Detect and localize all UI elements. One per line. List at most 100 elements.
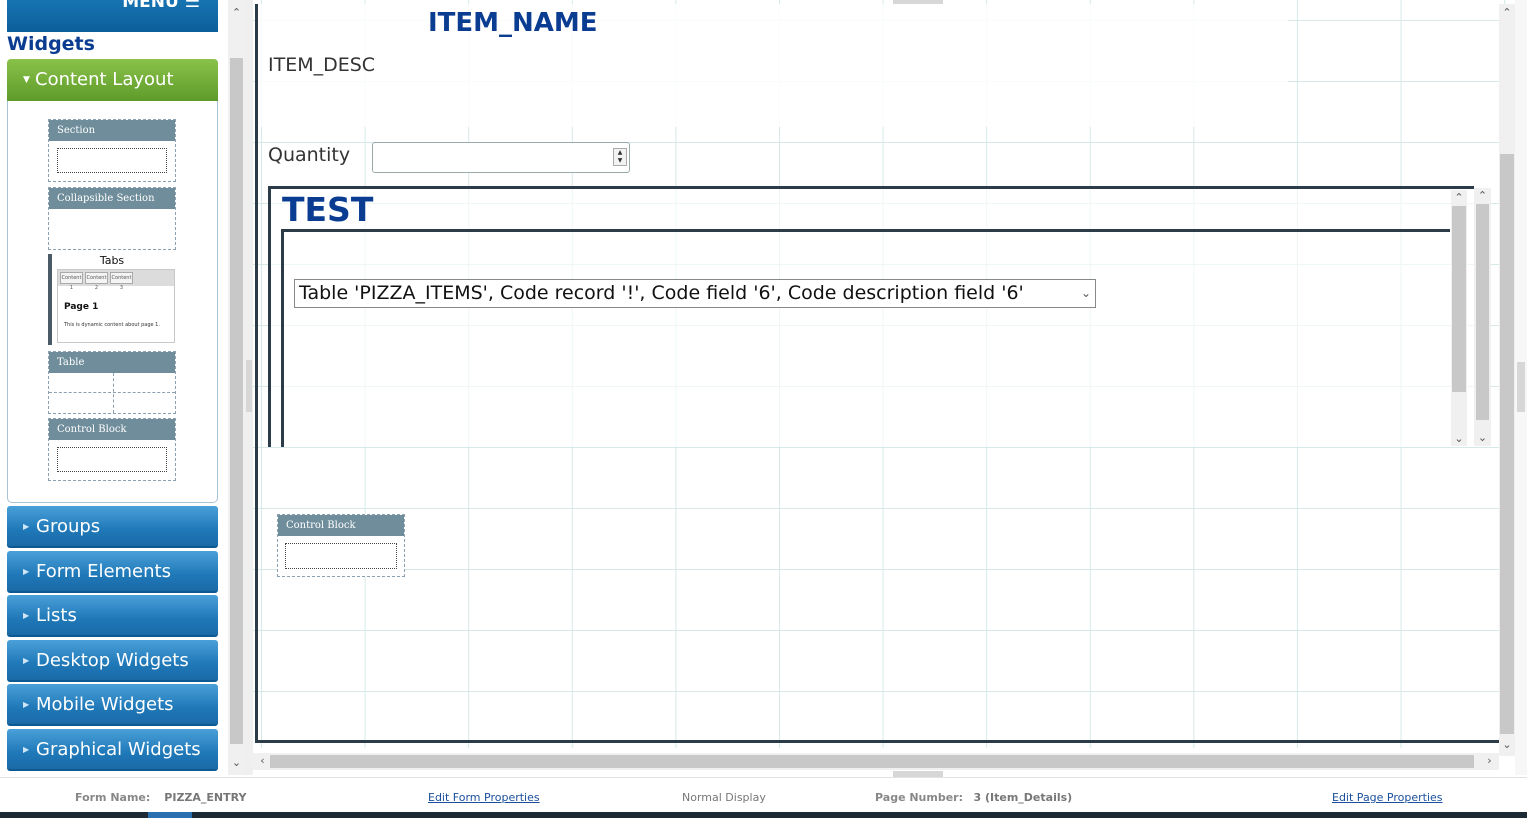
table-code-select-value: Table 'PIZZA_ITEMS', Code record '!', Co… <box>299 282 1024 304</box>
section-scrollbar[interactable]: ⌃ ⌄ <box>1474 188 1491 446</box>
canvas-horizontal-scrollbar[interactable]: ‹ › <box>253 753 1499 770</box>
scrollbar-thumb[interactable] <box>1452 206 1466 392</box>
page-number-value: 3 (Item_Details) <box>973 791 1073 804</box>
widget-section[interactable]: Section <box>48 119 176 182</box>
splitter-grip[interactable] <box>246 360 252 412</box>
quantity-label: Quantity <box>268 144 351 166</box>
widget-table-label: Table <box>49 352 175 373</box>
menu-button[interactable]: MENU ☰ <box>7 0 218 32</box>
content-layout-panel: Section Collapsible Section Tabs Content… <box>7 101 218 503</box>
chevron-down-icon: ⌄ <box>1080 286 1091 300</box>
accordion-content-layout[interactable]: ▼ Content Layout <box>7 59 218 101</box>
section-body <box>281 229 1450 447</box>
scrollbar-thumb[interactable] <box>230 58 243 744</box>
edit-page-properties-link[interactable]: Edit Page Properties <box>1332 791 1443 804</box>
item-desc-label[interactable]: ITEM_DESC <box>268 54 375 76</box>
form-name-value: PIZZA_ENTRY <box>164 791 247 804</box>
taskbar-strip <box>0 812 1527 818</box>
item-name-label[interactable]: ITEM_NAME <box>428 8 598 38</box>
quantity-stepper[interactable]: ▲ ▼ <box>613 148 627 166</box>
table-preview-divider <box>113 373 114 413</box>
page-number-label: Page Number: <box>875 791 964 804</box>
tabs-preview-tab: Content 3 <box>110 272 133 291</box>
accordion-lists[interactable]: ▶ Lists <box>7 595 218 637</box>
tabs-preview-tab: Content 1 <box>60 272 83 291</box>
section-body-scrollbar[interactable]: ⌃ ⌄ <box>1451 190 1467 446</box>
widget-table[interactable]: Table <box>48 351 176 414</box>
caret-right-icon: ▶ <box>23 567 30 576</box>
widget-section-label: Section <box>49 120 175 141</box>
scroll-left-icon[interactable]: ‹ <box>254 754 271 768</box>
canvas-vertical-scrollbar[interactable]: ⌃ ⌄ <box>1499 4 1515 756</box>
right-splitter[interactable] <box>1515 0 1527 775</box>
scroll-up-icon[interactable]: ⌃ <box>1474 189 1491 203</box>
accordion-mobile-widgets[interactable]: ▶ Mobile Widgets <box>7 684 218 726</box>
splitter-grip[interactable] <box>1517 362 1525 412</box>
widget-control-block-preview <box>57 447 167 472</box>
page-header-area <box>258 4 1288 127</box>
scrollbar-thumb[interactable] <box>1500 154 1514 734</box>
tabs-preview-tab: Content 2 <box>85 272 108 291</box>
quantity-input[interactable] <box>372 142 630 173</box>
control-block[interactable]: Control Block <box>277 514 405 577</box>
scroll-up-icon[interactable]: ⌃ <box>1499 6 1515 20</box>
widget-collapsible-section-label: Collapsible Section <box>49 188 175 209</box>
stepper-up-icon[interactable]: ▲ <box>618 149 623 156</box>
form-name: Form Name: PIZZA_ENTRY <box>75 791 246 804</box>
accordion-label: Content Layout <box>35 69 174 90</box>
stepper-down-icon[interactable]: ▼ <box>618 157 623 164</box>
caret-down-icon: ▼ <box>23 75 30 85</box>
scrollbar-thumb[interactable] <box>1476 204 1489 420</box>
scroll-down-icon[interactable]: ⌄ <box>228 756 245 770</box>
accordion-groups[interactable]: ▶ Groups <box>7 506 218 548</box>
widgets-title: Widgets <box>7 33 95 55</box>
caret-right-icon: ▶ <box>23 656 30 665</box>
control-block-label: Control Block <box>278 515 404 536</box>
edit-form-properties-link[interactable]: Edit Form Properties <box>428 791 540 804</box>
widget-panel: MENU ☰ Widgets ▼ Content Layout Section … <box>0 0 228 775</box>
widget-tabs[interactable]: Tabs Content 1 Content 2 Content 3 Page … <box>48 254 176 345</box>
widget-tabs-label: Tabs <box>99 254 125 267</box>
panel-splitter[interactable] <box>245 0 253 775</box>
widget-section-preview <box>57 148 167 173</box>
tabs-preview-page-text: This is dynamic content about page 1. <box>64 322 160 328</box>
scroll-up-icon[interactable]: ⌃ <box>1451 191 1467 205</box>
tabs-marker <box>48 254 52 345</box>
scrollbar-thumb[interactable] <box>270 755 1474 768</box>
widget-control-block[interactable]: Control Block <box>48 418 176 481</box>
caret-right-icon: ▶ <box>23 522 30 531</box>
tabs-preview-page-title: Page 1 <box>64 302 99 312</box>
display-mode: Normal Display <box>682 791 766 804</box>
accordion-graphical-widgets[interactable]: ▶ Graphical Widgets <box>7 729 218 771</box>
accordion-label: Desktop Widgets <box>36 650 189 671</box>
tabs-preview-row: Content 1 Content 2 Content 3 <box>58 270 174 291</box>
widget-tabs-preview: Content 1 Content 2 Content 3 Page 1 Thi… <box>57 269 175 343</box>
sidebar-scrollbar[interactable]: ⌃ ⌄ <box>228 0 245 775</box>
accordion-label: Mobile Widgets <box>36 694 174 715</box>
menu-label: MENU ☰ <box>122 0 200 12</box>
accordion-label: Lists <box>36 605 77 626</box>
caret-right-icon: ▶ <box>23 700 30 709</box>
designer-window: MENU ☰ Widgets ▼ Content Layout Section … <box>0 0 1527 818</box>
table-code-select[interactable]: Table 'PIZZA_ITEMS', Code record '!', Co… <box>294 279 1096 308</box>
scroll-down-icon[interactable]: ⌄ <box>1499 738 1515 752</box>
scroll-down-icon[interactable]: ⌄ <box>1451 432 1467 446</box>
accordion-label: Form Elements <box>36 561 171 582</box>
accordion-form-elements[interactable]: ▶ Form Elements <box>7 551 218 593</box>
page-number: Page Number: 3 (Item_Details) <box>875 791 1072 804</box>
form-name-label: Form Name: <box>75 791 151 804</box>
status-bar: Form Name: PIZZA_ENTRY Edit Form Propert… <box>0 777 1527 812</box>
scroll-up-icon[interactable]: ⌃ <box>228 6 245 20</box>
control-block-body <box>285 543 397 569</box>
scroll-right-icon[interactable]: › <box>1481 754 1498 768</box>
widget-control-block-label: Control Block <box>49 419 175 440</box>
accordion-label: Groups <box>36 516 101 537</box>
section-title: TEST <box>282 190 374 229</box>
scroll-down-icon[interactable]: ⌄ <box>1474 431 1491 445</box>
accordion-label: Graphical Widgets <box>36 739 201 760</box>
accordion-desktop-widgets[interactable]: ▶ Desktop Widgets <box>7 640 218 682</box>
caret-right-icon: ▶ <box>23 745 30 754</box>
caret-right-icon: ▶ <box>23 611 30 620</box>
taskbar-active-segment <box>148 812 192 818</box>
widget-collapsible-section[interactable]: Collapsible Section <box>48 187 176 250</box>
